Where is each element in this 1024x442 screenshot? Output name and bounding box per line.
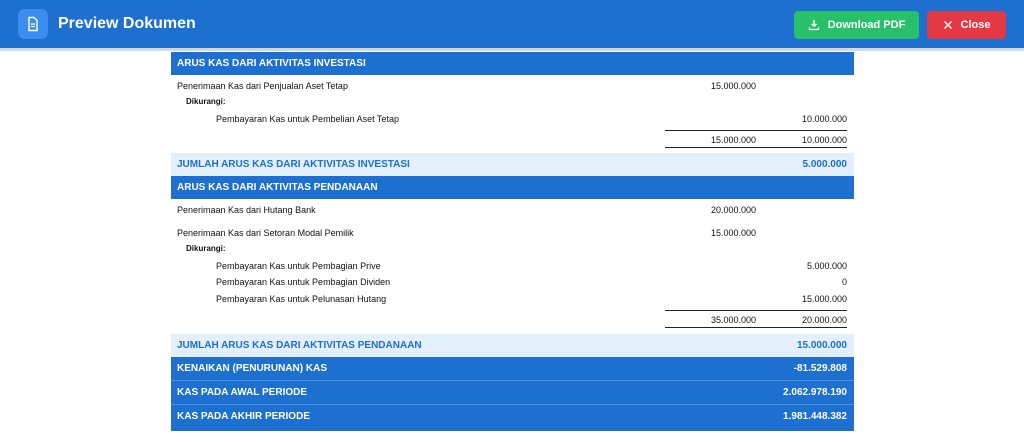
document-icon <box>18 9 48 39</box>
modal-title: Preview Dokumen <box>58 15 196 32</box>
total-pendanaan: JUMLAH ARUS KAS DARI AKTIVITAS PENDANAAN… <box>171 334 854 357</box>
header-divider <box>0 48 1024 51</box>
total-investasi: JUMLAH ARUS KAS DARI AKTIVITAS INVESTASI… <box>171 153 854 176</box>
close-icon <box>943 21 952 29</box>
table-row: Penerimaan Kas dari Setoran Modal Pemili… <box>177 228 756 238</box>
subtotal-underline <box>665 147 847 148</box>
kas-akhir-row: KAS PADA AKHIR PERIODE 1.981.448.382 <box>171 405 854 431</box>
table-row: Pembayaran Kas untuk Pembagian Prive 5.0… <box>216 261 847 271</box>
subtotal-line <box>665 130 756 131</box>
subtotal-underline <box>665 327 847 328</box>
download-icon <box>808 20 819 31</box>
section-heading-investasi: ARUS KAS DARI AKTIVITAS INVESTASI <box>171 52 854 75</box>
table-row: Pembayaran Kas untuk Pembagian Dividen 0 <box>216 277 847 287</box>
section-heading-pendanaan: ARUS KAS DARI AKTIVITAS PENDANAAN <box>171 176 854 199</box>
subtotal-line <box>756 310 847 311</box>
dikurangi-label: Dikurangi: <box>186 244 226 253</box>
close-button[interactable]: Close <box>927 11 1006 39</box>
table-row: Penerimaan Kas dari Penjualan Aset Tetap… <box>177 81 756 91</box>
subtotal-line <box>665 310 756 311</box>
subtotal-row: 35.000.000 20.000.000 <box>710 315 847 325</box>
subtotal-line <box>756 130 847 131</box>
modal-header: Preview Dokumen Download PDF Close <box>0 0 1024 48</box>
subtotal-row: 15.000.000 10.000.000 <box>710 135 847 145</box>
download-label: Download PDF <box>827 19 906 31</box>
kenaikan-kas-row: KENAIKAN (PENURUNAN) KAS -81.529.808 <box>171 357 854 381</box>
table-row: Pembayaran Kas untuk Pelunasan Hutang 15… <box>216 294 847 304</box>
table-row: Penerimaan Kas dari Hutang Bank 20.000.0… <box>177 205 756 215</box>
table-row: Pembayaran Kas untuk Pembelian Aset Teta… <box>216 114 847 124</box>
download-pdf-button[interactable]: Download PDF <box>794 11 919 39</box>
close-label: Close <box>960 19 991 31</box>
kas-awal-row: KAS PADA AWAL PERIODE 2.062.978.190 <box>171 381 854 405</box>
dikurangi-label: Dikurangi: <box>186 97 226 106</box>
